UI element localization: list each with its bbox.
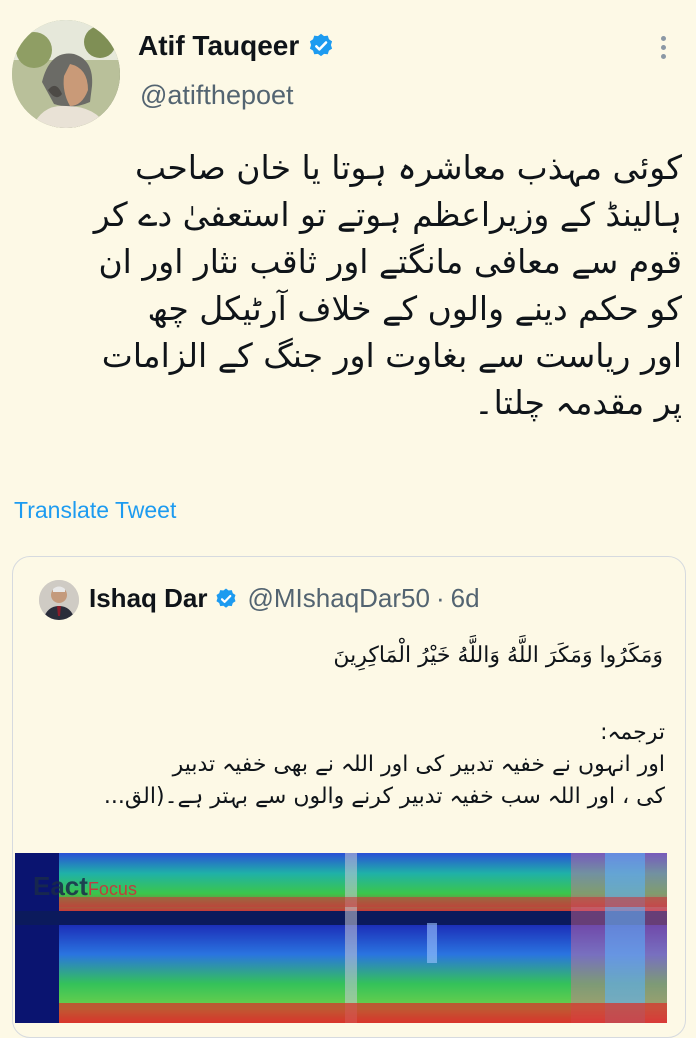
quoted-timestamp[interactable]: 6d [451, 583, 480, 614]
translate-tweet-link[interactable]: Translate Tweet [14, 497, 176, 524]
separator-dot: · [435, 583, 445, 613]
quoted-author-avatar[interactable] [39, 580, 79, 620]
author-name[interactable]: Atif Tauqeer [138, 30, 299, 62]
tweet-text: کوئی مہذب معاشرہ ہوتا یا خان صاحب ہالینڈ… [10, 144, 682, 426]
tweet-line: اور ریاست سے بغاوت اور جنگ کے الزامات [101, 336, 682, 375]
author-handle[interactable]: @atifthepoet [140, 80, 294, 111]
more-options-icon[interactable] [656, 36, 670, 64]
tweet-line: پر مقدمہ چلتا۔ [474, 383, 682, 422]
media-watermark: EactFocus [33, 871, 137, 901]
quoted-author-handle[interactable]: @MIshaqDar50 [248, 583, 430, 614]
quoted-author-name[interactable]: Ishaq Dar [89, 583, 208, 614]
quoted-arabic-verse: وَمَكَرُوا وَمَكَرَ اللَّهُ وَاللَّهُ خَ… [333, 643, 663, 668]
quoted-line: کی ، اور اللہ سب خفیہ تدبیر کرنے والوں س… [103, 784, 665, 809]
quoted-media-spectrogram[interactable]: EactFocus [15, 853, 667, 1023]
author-avatar[interactable] [12, 20, 120, 128]
tweet-line: کوئی مہذب معاشرہ ہوتا یا خان صاحب [134, 148, 682, 187]
quoted-tweet[interactable]: Ishaq Dar @MIshaqDar50 · 6d وَمَكَرُوا و… [12, 556, 686, 1038]
quoted-line: اور انہوں نے خفیہ تدبیر کی اور اللہ نے ب… [172, 752, 665, 777]
tweet-line: قوم سے معافی مانگتے اور ثاقب نثار اور ان [98, 242, 682, 281]
verified-badge-icon [214, 587, 238, 611]
tweet: Atif Tauqeer @atifthepoet کوئی مہذب معاش… [0, 0, 696, 1038]
verified-badge-icon [307, 32, 335, 60]
quoted-line: ترجمہ: [600, 720, 665, 745]
tweet-line: ہالینڈ کے وزیراعظم ہوتے تو استعفیٰ دے کر [93, 195, 682, 234]
tweet-line: کو حکم دینے والوں کے خلاف آرٹیکل چھ [147, 289, 682, 328]
quoted-text: ترجمہ: اور انہوں نے خفیہ تدبیر کی اور ال… [35, 717, 665, 813]
